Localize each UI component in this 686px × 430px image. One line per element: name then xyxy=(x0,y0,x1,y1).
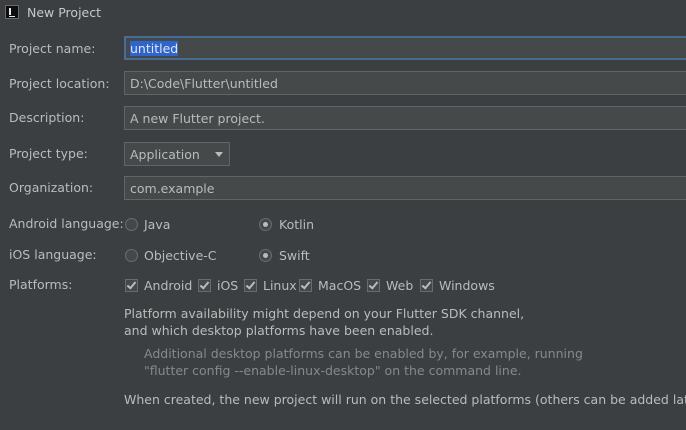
organization-input[interactable]: com.example xyxy=(124,176,686,200)
kotlin-option-label[interactable]: Kotlin xyxy=(279,217,314,232)
project-location-value: D:\Code\Flutter\untitled xyxy=(130,76,278,91)
project-name-value: untitled xyxy=(130,41,179,56)
ios-language-label: iOS language: xyxy=(9,247,97,262)
windows-checkbox[interactable] xyxy=(420,279,433,292)
project-type-value: Application xyxy=(130,147,200,162)
desktop-platforms-hint-2: "flutter config --enable-linux-desktop" … xyxy=(144,363,522,378)
description-label: Description: xyxy=(9,110,85,125)
swift-option-label[interactable]: Swift xyxy=(279,248,310,263)
java-radio[interactable] xyxy=(125,218,138,231)
ios-checkbox-label[interactable]: iOS xyxy=(217,278,238,293)
description-value: A new Flutter project. xyxy=(130,111,265,126)
android-language-label: Android language: xyxy=(9,216,124,231)
project-location-label: Project location: xyxy=(9,76,110,91)
platform-availability-note-2: and which desktop platforms have been en… xyxy=(124,323,434,338)
platforms-footer-note: When created, the new project will run o… xyxy=(124,392,686,407)
platforms-label: Platforms: xyxy=(9,277,73,292)
project-name-label: Project name: xyxy=(9,41,96,56)
platform-availability-note: Platform availability might depend on yo… xyxy=(124,306,525,321)
organization-label: Organization: xyxy=(9,180,94,195)
desktop-platforms-hint: Additional desktop platforms can be enab… xyxy=(144,346,583,361)
java-option-label[interactable]: Java xyxy=(144,217,170,232)
web-checkbox-label[interactable]: Web xyxy=(386,278,413,293)
organization-value: com.example xyxy=(130,181,215,196)
project-location-input[interactable]: D:\Code\Flutter\untitled xyxy=(124,71,686,95)
macos-checkbox-label[interactable]: MacOS xyxy=(318,278,361,293)
project-name-input[interactable]: untitled xyxy=(124,36,686,60)
kotlin-radio[interactable] xyxy=(259,218,272,231)
android-checkbox[interactable] xyxy=(125,279,138,292)
windows-checkbox-label[interactable]: Windows xyxy=(439,278,495,293)
swift-radio[interactable] xyxy=(259,249,272,262)
intellij-logo-icon xyxy=(5,5,19,19)
chevron-down-icon xyxy=(215,152,223,157)
objective-c-option-label[interactable]: Objective-C xyxy=(144,248,217,263)
linux-checkbox-label[interactable]: Linux xyxy=(263,278,297,293)
project-type-label: Project type: xyxy=(9,146,88,161)
linux-checkbox[interactable] xyxy=(244,279,257,292)
objective-c-radio[interactable] xyxy=(125,249,138,262)
title-bar: New Project xyxy=(0,0,686,26)
window-title: New Project xyxy=(27,5,102,20)
macos-checkbox[interactable] xyxy=(299,279,312,292)
web-checkbox[interactable] xyxy=(367,279,380,292)
description-input[interactable]: A new Flutter project. xyxy=(124,106,686,130)
ios-checkbox[interactable] xyxy=(198,279,211,292)
android-checkbox-label[interactable]: Android xyxy=(144,278,192,293)
project-type-dropdown[interactable]: Application xyxy=(124,142,230,166)
